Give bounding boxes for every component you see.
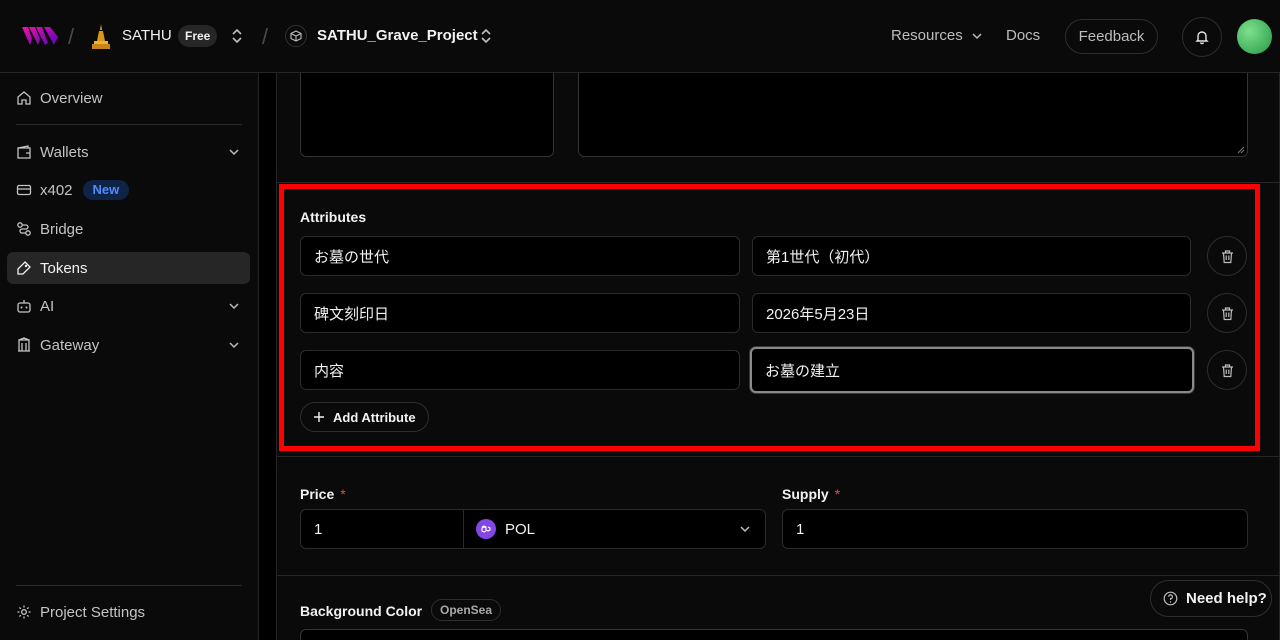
- description-textarea[interactable]: [578, 73, 1248, 157]
- help-circle-icon: [1163, 591, 1178, 606]
- add-attribute-button[interactable]: Add Attribute: [300, 402, 429, 432]
- sidebar-item-overview[interactable]: Overview: [7, 82, 250, 114]
- user-avatar[interactable]: [1237, 19, 1272, 54]
- trash-icon: [1221, 363, 1233, 377]
- need-help-button[interactable]: Need help?: [1150, 580, 1272, 617]
- team-name[interactable]: SATHU: [122, 27, 172, 44]
- sidebar: Overview Wallets x402 New Bridge Tokens …: [0, 73, 259, 640]
- sidebar-item-label: Tokens: [40, 259, 88, 277]
- feedback-button[interactable]: Feedback: [1065, 19, 1158, 54]
- project-name[interactable]: SATHU_Grave_Project: [317, 27, 478, 44]
- main-content: Attributes お墓の世代 第1世代（初代） 碑文刻印日 2026年5月2…: [260, 73, 1280, 640]
- sidebar-item-label: Project Settings: [40, 603, 146, 621]
- gateway-icon: [18, 337, 30, 352]
- sidebar-item-project-settings[interactable]: Project Settings: [7, 596, 250, 628]
- attribute-key-input[interactable]: お墓の世代: [300, 236, 740, 276]
- chevron-down-icon: [740, 526, 750, 533]
- required-mark: *: [834, 486, 841, 502]
- required-mark: *: [340, 486, 346, 502]
- currency-select[interactable]: POL: [463, 509, 766, 549]
- attribute-key-input[interactable]: 碑文刻印日: [300, 293, 740, 333]
- bell-icon: [1195, 31, 1209, 45]
- team-switcher-icon[interactable]: [230, 27, 244, 45]
- project-switcher-icon[interactable]: [479, 27, 493, 45]
- remove-attribute-button[interactable]: [1207, 350, 1247, 390]
- notifications-button[interactable]: [1182, 17, 1222, 57]
- background-color-input[interactable]: [300, 629, 1248, 640]
- supply-input[interactable]: 1: [782, 509, 1248, 549]
- sidebar-item-x402[interactable]: x402 New: [7, 174, 250, 206]
- attribute-value-input[interactable]: 2026年5月23日: [752, 293, 1191, 333]
- project-cube-icon: [285, 25, 307, 47]
- chevron-down-icon: [972, 33, 982, 40]
- trash-icon: [1221, 249, 1233, 263]
- sidebar-item-label: x402: [40, 181, 73, 199]
- sidebar-item-label: Bridge: [40, 220, 84, 238]
- section-divider: [276, 575, 1280, 576]
- breadcrumb-separator: /: [262, 24, 269, 49]
- background-color-label: Background Color: [300, 603, 423, 619]
- resources-label: Resources: [891, 27, 963, 44]
- sidebar-item-tokens[interactable]: Tokens: [7, 252, 250, 284]
- thirdweb-logo-icon[interactable]: [22, 25, 58, 47]
- trash-icon: [1221, 306, 1233, 320]
- polygon-icon: [476, 519, 496, 539]
- sidebar-item-label: Gateway: [40, 336, 100, 354]
- section-divider: [276, 182, 1280, 183]
- sidebar-item-label: AI: [40, 297, 55, 315]
- price-label: Price *: [300, 486, 346, 502]
- section-divider: [276, 456, 1280, 457]
- wallet-icon: [17, 145, 31, 159]
- sidebar-item-label: Overview: [40, 89, 103, 107]
- breadcrumb-separator: /: [68, 24, 75, 49]
- resources-menu[interactable]: Resources: [891, 27, 983, 44]
- remove-attribute-button[interactable]: [1207, 293, 1247, 333]
- settings-icon: [17, 605, 31, 619]
- plan-badge: Free: [178, 25, 218, 47]
- plus-icon: [314, 412, 324, 422]
- chevron-down-icon: [229, 342, 239, 349]
- currency-label: POL: [505, 520, 536, 538]
- need-help-label: Need help?: [1186, 590, 1267, 607]
- team-avatar-icon: [92, 24, 110, 49]
- attributes-title: Attributes: [300, 209, 367, 225]
- docs-link[interactable]: Docs: [1006, 27, 1040, 44]
- sidebar-item-bridge[interactable]: Bridge: [7, 213, 250, 245]
- bridge-icon: [17, 222, 31, 236]
- supply-label-text: Supply: [782, 486, 829, 502]
- sidebar-item-gateway[interactable]: Gateway: [7, 329, 250, 361]
- supply-label: Supply *: [782, 486, 840, 502]
- price-input[interactable]: 1: [300, 509, 464, 549]
- attribute-value-input[interactable]: お墓の建立: [750, 347, 1194, 393]
- sidebar-item-wallets[interactable]: Wallets: [7, 136, 250, 168]
- home-icon: [17, 91, 31, 105]
- opensea-badge: OpenSea: [431, 599, 502, 621]
- remove-attribute-button[interactable]: [1207, 236, 1247, 276]
- sidebar-divider: [16, 124, 242, 125]
- chevron-down-icon: [229, 303, 239, 310]
- robot-icon: [17, 300, 31, 313]
- top-header: / SATHU Free / SATHU_Grave_Project Resou…: [0, 0, 1280, 73]
- resize-handle-icon[interactable]: [1237, 146, 1245, 154]
- attribute-key-input[interactable]: 内容: [300, 350, 740, 390]
- token-icon: [17, 261, 31, 275]
- price-label-text: Price: [300, 486, 335, 502]
- sidebar-item-label: Wallets: [40, 143, 89, 161]
- image-upload-area[interactable]: [300, 73, 554, 157]
- sidebar-item-ai[interactable]: AI: [7, 290, 250, 322]
- add-attribute-label: Add Attribute: [333, 409, 416, 425]
- sidebar-divider: [16, 585, 242, 586]
- card-icon: [16, 184, 32, 196]
- new-badge: New: [82, 180, 130, 200]
- chevron-down-icon: [229, 149, 239, 156]
- attribute-value-input[interactable]: 第1世代（初代）: [752, 236, 1191, 276]
